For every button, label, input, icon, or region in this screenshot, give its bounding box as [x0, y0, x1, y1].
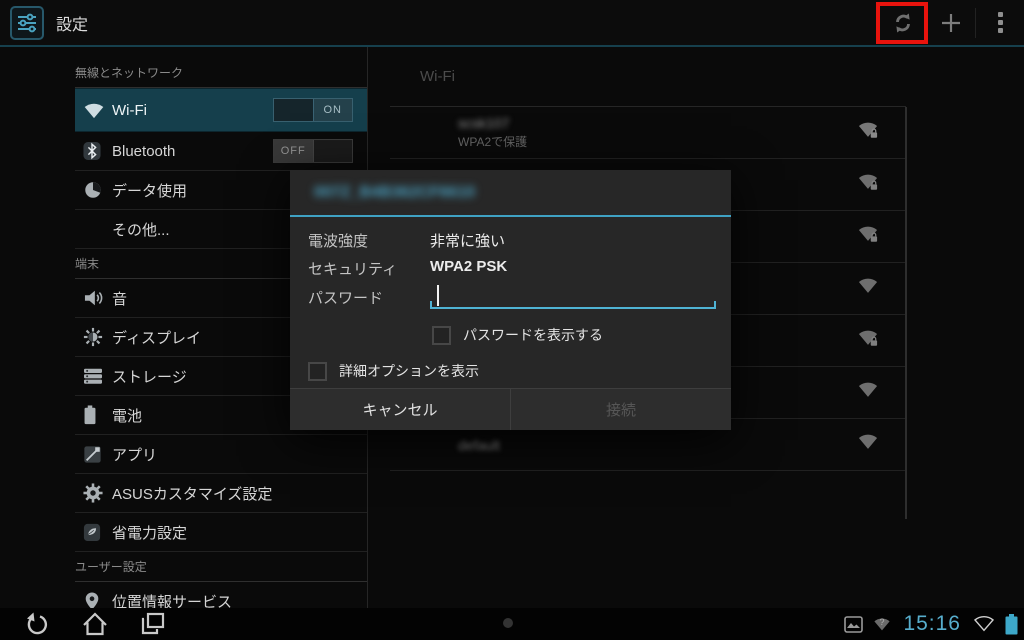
page-title: 設定 — [56, 11, 88, 35]
sidebar-item-label: 電池 — [112, 405, 142, 426]
wifi-signal-lock-icon — [856, 172, 880, 197]
sidebar-item-label: Bluetooth — [112, 143, 175, 160]
security-row: セキュリティ WPA2 PSK — [290, 258, 731, 279]
signal-strength-label: 電波強度 — [308, 230, 430, 251]
show-password-checkbox[interactable] — [432, 326, 451, 345]
wifi-panel-header: Wi-Fi — [390, 47, 906, 107]
clock: 15:16 — [903, 612, 961, 636]
sidebar-item-label: データ使用 — [112, 180, 187, 201]
wifi-connect-dialog: 007Z_B4B362CF6610 電波強度 非常に強い セキュリティ WPA2… — [290, 170, 731, 430]
show-password-label: パスワードを表示する — [463, 325, 603, 345]
network-ssid: default — [458, 437, 500, 453]
gear-icon — [75, 483, 112, 503]
advanced-options-label: 詳細オプションを表示 — [339, 361, 479, 381]
advanced-options-checkbox[interactable] — [308, 362, 327, 381]
overflow-menu-button[interactable] — [976, 0, 1024, 45]
dialog-network-name: 007Z_B4B362CF6610 — [314, 184, 475, 202]
wifi-question-icon: ? — [872, 616, 892, 633]
sidebar-item-bluetooth[interactable]: Bluetooth OFF — [75, 132, 367, 171]
back-icon — [24, 612, 50, 636]
menu-hint-dot — [503, 618, 513, 628]
plus-icon — [939, 11, 963, 35]
sidebar-item-label: その他... — [112, 219, 170, 240]
network-security-label: WPA2で保護 — [458, 133, 906, 150]
toggle-state-label: ON — [313, 99, 353, 121]
wifi-network-row[interactable]: scsk107 WPA2で保護 — [390, 107, 906, 159]
status-tray[interactable]: ? 15:16 — [844, 608, 1018, 640]
add-network-button[interactable] — [927, 0, 975, 45]
bluetooth-toggle[interactable]: OFF — [273, 139, 353, 163]
section-user: ユーザー設定 — [75, 552, 367, 582]
storage-icon — [75, 367, 112, 385]
sidebar-item-label: ASUSカスタマイズ設定 — [112, 483, 272, 504]
connect-button[interactable]: 接続 — [510, 389, 731, 430]
wifi-signal-icon — [856, 276, 880, 301]
home-icon — [82, 612, 108, 636]
toggle-thumb — [274, 99, 313, 121]
text-cursor — [437, 285, 439, 306]
sidebar-item-location[interactable]: 位置情報サービス — [75, 582, 367, 608]
sidebar-item-label: アプリ — [112, 444, 157, 465]
refresh-icon — [891, 11, 915, 35]
password-label: パスワード — [308, 287, 430, 308]
sliders-icon — [15, 11, 39, 35]
refresh-button[interactable] — [879, 0, 927, 45]
sidebar-item-label: 位置情報サービス — [112, 591, 232, 609]
sidebar-item-label: 省電力設定 — [112, 522, 187, 543]
wifi-signal-lock-icon — [856, 120, 880, 145]
sidebar-item-label: Wi-Fi — [112, 102, 147, 119]
bluetooth-icon — [75, 141, 112, 161]
location-pin-icon — [75, 591, 112, 608]
security-label: セキュリティ — [308, 258, 430, 279]
wifi-outline-icon — [972, 615, 996, 633]
android-settings-screen: { "app_bar": { "title": "設定", "refresh_i… — [0, 0, 1024, 640]
settings-app-icon — [10, 6, 44, 40]
action-bar: 設定 — [0, 0, 1024, 47]
power-save-leaf-icon — [75, 522, 112, 542]
recents-button[interactable] — [130, 608, 176, 640]
dialog-button-bar: キャンセル 接続 — [290, 388, 731, 430]
wifi-signal-lock-icon — [856, 224, 880, 249]
overflow-menu-icon — [998, 12, 1003, 33]
sidebar-item-power-save[interactable]: 省電力設定 — [75, 513, 367, 552]
advanced-options-option[interactable]: 詳細オプションを表示 — [308, 361, 479, 381]
battery-status-icon — [1005, 614, 1018, 635]
system-navigation-bar: ? 15:16 — [0, 608, 1024, 640]
sidebar-item-wifi[interactable]: Wi-Fi ON — [75, 88, 367, 132]
network-ssid: scsk107 — [458, 115, 509, 131]
battery-icon — [75, 405, 112, 425]
data-usage-icon — [75, 180, 112, 200]
toggle-thumb — [314, 140, 353, 162]
show-password-option[interactable]: パスワードを表示する — [432, 325, 603, 345]
sidebar-item-label: 音 — [112, 288, 127, 309]
cancel-button[interactable]: キャンセル — [290, 389, 510, 430]
sidebar-item-asus-custom[interactable]: ASUSカスタマイズ設定 — [75, 474, 367, 513]
recent-apps-icon — [140, 612, 166, 636]
toggle-state-label: OFF — [274, 140, 314, 162]
sidebar-item-apps[interactable]: アプリ — [75, 435, 367, 474]
signal-strength-row: 電波強度 非常に強い — [290, 230, 731, 251]
sidebar-item-label: ストレージ — [112, 366, 187, 387]
section-wireless: 無線とネットワーク — [75, 47, 367, 88]
dialog-title-bar: 007Z_B4B362CF6610 — [290, 170, 731, 217]
apps-icon — [75, 445, 112, 464]
home-button[interactable] — [72, 608, 118, 640]
wifi-icon — [75, 102, 112, 119]
signal-strength-value: 非常に強い — [430, 230, 505, 251]
sound-icon — [75, 289, 112, 307]
wifi-signal-lock-icon — [856, 328, 880, 353]
svg-text:?: ? — [880, 616, 885, 626]
password-input[interactable] — [430, 283, 716, 309]
wifi-signal-icon — [856, 432, 880, 457]
security-value: WPA2 PSK — [430, 258, 507, 279]
scrollbar[interactable] — [905, 107, 907, 519]
display-brightness-icon — [75, 327, 112, 347]
wifi-signal-icon — [856, 380, 880, 405]
screenshot-notification-icon — [844, 616, 863, 633]
back-button[interactable] — [14, 608, 60, 640]
sidebar-item-label: ディスプレイ — [112, 327, 201, 348]
wifi-toggle[interactable]: ON — [273, 98, 353, 122]
